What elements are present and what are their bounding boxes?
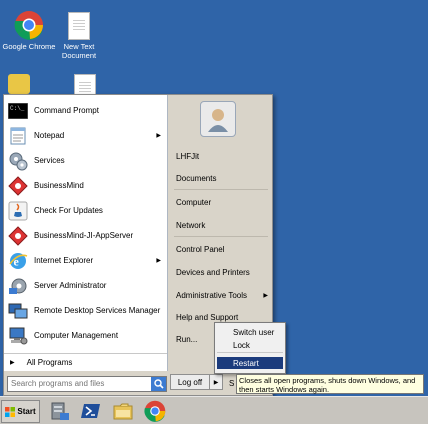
computer-management-icon <box>8 326 28 346</box>
submenu-arrow-icon: ▶ <box>156 258 161 264</box>
devices-and-printers-link[interactable]: Devices and Printers <box>176 265 268 279</box>
documents-link[interactable]: Documents <box>176 171 268 185</box>
shutdown-partial-label: S <box>229 378 235 388</box>
server-admin-icon <box>8 276 28 296</box>
lock-label: Lock <box>233 340 250 350</box>
restart-item[interactable]: Restart <box>217 357 283 369</box>
separator <box>174 236 268 237</box>
program-label: BusinessMind <box>34 181 84 190</box>
search-box[interactable] <box>7 376 167 392</box>
svg-text:C:\_: C:\_ <box>10 105 25 112</box>
windows-logo-icon <box>5 406 16 417</box>
control-panel-link[interactable]: Control Panel <box>176 242 268 256</box>
program-computer-management[interactable]: Computer Management <box>4 323 167 348</box>
chrome-icon[interactable] <box>142 398 168 423</box>
businessmind-icon <box>8 175 28 196</box>
separator <box>217 352 283 353</box>
all-programs-label: All Programs <box>26 357 73 367</box>
search-icon[interactable] <box>151 377 166 391</box>
lock-icon <box>8 74 30 94</box>
taskbar: Start <box>0 396 428 424</box>
shutdown-options-button[interactable]: ▶ <box>209 374 223 390</box>
program-label: Remote Desktop Services Manager <box>34 306 161 315</box>
submenu-arrow-icon: ▶ <box>156 133 161 139</box>
program-server-administrator[interactable]: Server Administrator <box>4 273 167 298</box>
user-folder[interactable]: LHFJit <box>176 149 268 163</box>
desktop-icon-label: New Text Document <box>61 42 97 60</box>
program-label: Command Prompt <box>34 106 99 115</box>
file-explorer-icon[interactable] <box>110 398 136 423</box>
restart-tooltip: Closes all open programs, shuts down Win… <box>236 374 424 394</box>
avatar[interactable] <box>200 101 236 137</box>
administrative-tools-link[interactable]: Administrative Tools ▶ <box>176 288 268 302</box>
command-prompt-icon: C:\_ <box>8 101 28 121</box>
program-businessmind[interactable]: BusinessMind <box>4 173 167 198</box>
desktop-icon-partial[interactable] <box>2 74 60 96</box>
switch-user-label: Switch user <box>233 327 275 337</box>
submenu-arrow-icon: ▶ <box>263 292 268 299</box>
all-programs-arrow-icon: ▶ <box>10 359 15 366</box>
java-icon <box>8 201 28 221</box>
lock-item[interactable]: Lock <box>217 339 283 351</box>
administrative-tools-label: Administrative Tools <box>176 290 247 300</box>
start-menu-programs: C:\_ Command Prompt Notepad ▶ Services B… <box>4 95 168 371</box>
separator <box>174 189 268 190</box>
help-and-support-label: Help and Support <box>176 312 239 322</box>
program-label: Internet Explorer <box>34 256 94 265</box>
text-document-icon <box>68 12 90 40</box>
power-options-menu: Switch user Lock Restart <box>214 322 286 374</box>
search-input[interactable] <box>8 377 152 390</box>
documents-label: Documents <box>176 173 217 183</box>
control-panel-label: Control Panel <box>176 244 225 254</box>
program-businessmind-appserver[interactable]: BusinessMind-JI-AppServer <box>4 223 167 248</box>
powershell-icon[interactable] <box>78 398 104 423</box>
network-link[interactable]: Network <box>176 218 268 232</box>
program-label: Services <box>34 156 65 165</box>
log-off-button[interactable]: Log off <box>170 374 210 390</box>
program-check-for-updates[interactable]: Check For Updates <box>4 198 167 223</box>
chevron-right-icon: ▶ <box>213 379 219 386</box>
server-manager-icon[interactable] <box>46 398 72 423</box>
program-command-prompt[interactable]: C:\_ Command Prompt <box>4 98 167 123</box>
start-button[interactable]: Start <box>1 400 40 423</box>
chrome-icon <box>14 10 44 40</box>
program-internet-explorer[interactable]: e Internet Explorer ▶ <box>4 248 167 273</box>
devices-and-printers-label: Devices and Printers <box>176 267 250 277</box>
run-label: Run... <box>176 334 198 344</box>
switch-user-item[interactable]: Switch user <box>217 326 283 338</box>
tooltip-text: Closes all open programs, shuts down Win… <box>239 376 416 394</box>
log-off-label: Log off <box>177 377 203 387</box>
restart-label: Restart <box>233 358 259 368</box>
computer-link[interactable]: Computer <box>176 195 268 209</box>
program-notepad[interactable]: Notepad ▶ <box>4 123 167 148</box>
all-programs[interactable]: ▶ All Programs <box>4 353 167 370</box>
internet-explorer-icon: e <box>8 251 28 271</box>
user-folder-label: LHFJit <box>176 151 200 161</box>
program-label: Notepad <box>34 131 65 140</box>
computer-label: Computer <box>176 197 212 207</box>
program-remote-desktop-services-manager[interactable]: Remote Desktop Services Manager <box>4 298 167 323</box>
services-icon <box>8 151 28 171</box>
program-label: Computer Management <box>34 331 119 340</box>
start-label: Start <box>17 407 36 416</box>
text-document-icon <box>74 74 96 96</box>
remote-desktop-icon <box>8 301 28 321</box>
notepad-icon <box>8 126 28 146</box>
program-services[interactable]: Services <box>4 148 167 173</box>
program-label: BusinessMind-JI-AppServer <box>34 231 134 240</box>
program-label: Server Administrator <box>34 281 107 290</box>
desktop-icon-text-document[interactable]: New Text Document <box>50 12 108 60</box>
program-label: Check For Updates <box>34 206 103 215</box>
businessmind-appserver-icon <box>8 225 28 246</box>
network-label: Network <box>176 220 206 230</box>
